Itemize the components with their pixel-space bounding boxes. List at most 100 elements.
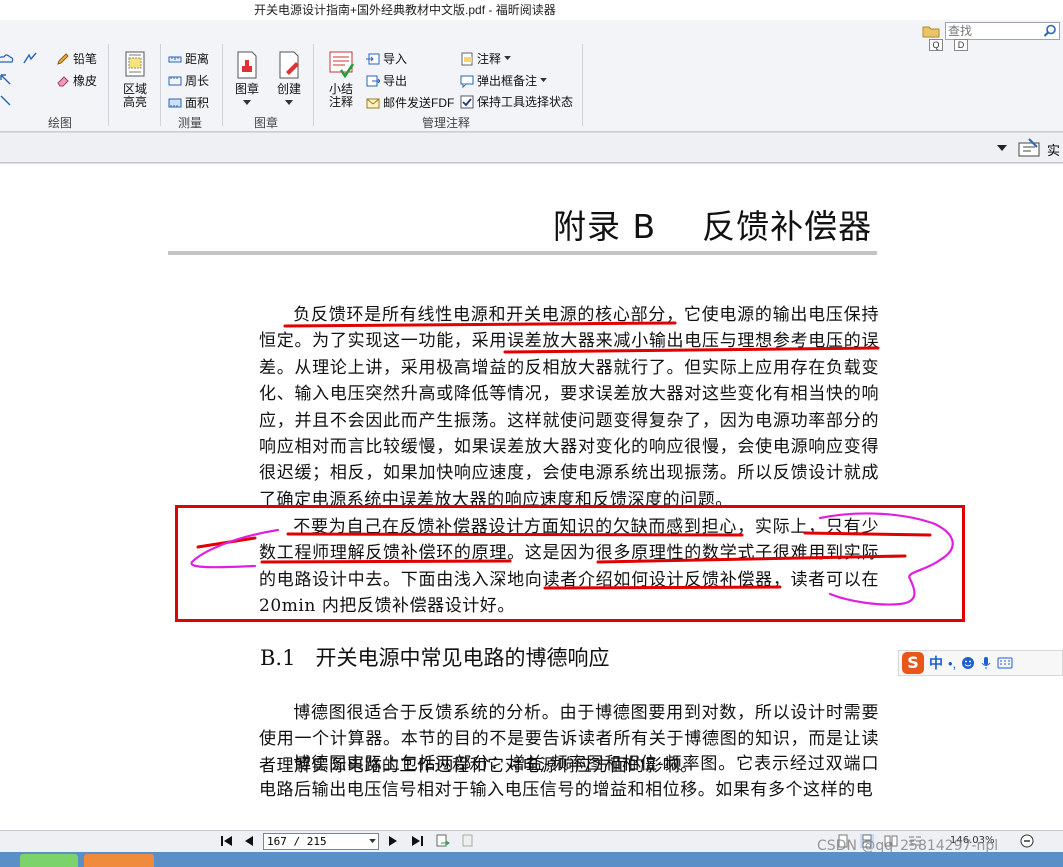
annotation-label: 注释 — [477, 52, 502, 66]
stamp-icon — [237, 51, 257, 79]
search-input[interactable] — [946, 23, 1038, 39]
search-d-button[interactable]: D — [954, 39, 968, 51]
search-field[interactable] — [945, 22, 1060, 40]
checkbox-checked-icon[interactable] — [460, 95, 474, 109]
export-button[interactable]: 导出 — [366, 72, 407, 89]
popup-note-dropdown-button[interactable]: 弹出框备注 — [460, 72, 547, 89]
secondary-toolbar: 实 — [0, 133, 1063, 163]
summarize-label-2: 注释 — [328, 95, 353, 109]
search-q-button[interactable]: Q — [929, 39, 943, 51]
perimeter-button[interactable]: 周长 — [168, 72, 209, 89]
ribbon-separator — [582, 44, 583, 126]
zoom-out-icon[interactable] — [1020, 834, 1034, 848]
appendix-heading: 附录 B 反馈补偿器 — [553, 207, 873, 246]
taskbar-button[interactable] — [84, 854, 154, 867]
ime-mode-toggle[interactable]: 中 — [929, 653, 943, 673]
ime-toolbar[interactable]: S 中 •, — [898, 650, 1063, 676]
distance-label: 距离 — [185, 52, 210, 66]
area-measure-label: 面积 — [185, 96, 210, 110]
area-highlight-button[interactable]: 区域 高亮 — [116, 50, 154, 109]
area-highlight-label-2: 高亮 — [122, 95, 147, 109]
ruler-distance-icon — [168, 56, 182, 62]
page-number-field[interactable]: 167 / 215 — [263, 833, 379, 850]
paragraph-1-text: 负反馈环是所有线性电源和开关电源的核心部分，它使电源的输出电压保持恒定。为了实现… — [259, 305, 879, 510]
ribbon-separator — [222, 44, 223, 126]
page-number-value: 167 / 215 — [267, 835, 327, 848]
pencil-label: 铅笔 — [73, 52, 98, 66]
perimeter-icon — [168, 76, 182, 85]
previous-page-icon[interactable] — [242, 834, 256, 848]
os-taskbar — [0, 852, 1063, 867]
distance-button[interactable]: 距离 — [168, 50, 209, 67]
annotation-dropdown-button[interactable]: 注释 — [460, 50, 511, 67]
stamp-dropdown-icon — [243, 100, 251, 105]
ribbon-separator — [160, 44, 161, 126]
previous-view-icon[interactable] — [436, 834, 450, 848]
line-tool-icon[interactable] — [0, 95, 12, 107]
toolbar-right-label[interactable]: 实 — [1047, 140, 1060, 159]
document-view[interactable]: 附录 B 反馈补偿器 负反馈环是所有线性电源和开关电源的核心部分，它使电源的输出… — [0, 164, 1063, 830]
chevron-down-icon[interactable] — [997, 143, 1007, 153]
heading-divider — [168, 251, 877, 255]
email-fdf-button[interactable]: 邮件发送FDF — [366, 94, 454, 111]
pencil-icon — [57, 52, 69, 65]
paragraph-4-text: 博德图实际上包括两部分：增益-频率图和相位-频率图。它表示经过双端口电路后输出电… — [259, 754, 879, 801]
summarize-icon — [329, 51, 355, 79]
create-stamp-button[interactable]: 创建 — [272, 50, 306, 109]
pencil-button[interactable]: 铅笔 — [56, 50, 97, 67]
area-measure-icon — [168, 98, 182, 107]
area-measure-button[interactable]: 面积 — [168, 94, 209, 111]
stamp-label: 图章 — [234, 82, 259, 96]
section-heading: B.1 开关电源中常见电路的博德响应 — [260, 642, 609, 672]
email-fdf-label: 邮件发送FDF — [383, 96, 455, 110]
cloud-shape-icon[interactable] — [0, 52, 14, 66]
create-stamp-label: 创建 — [276, 82, 301, 96]
paragraph-4: 博德图实际上包括两部分：增益-频率图和相位-频率图。它表示经过双端口电路后输出电… — [259, 751, 879, 804]
last-page-icon[interactable] — [410, 834, 424, 848]
keep-tool-label: 保持工具选择状态 — [477, 95, 574, 109]
create-dropdown-icon — [285, 100, 293, 105]
chevron-down-icon — [504, 56, 511, 61]
folder-search-icon[interactable] — [922, 24, 940, 38]
first-page-icon[interactable] — [220, 834, 234, 848]
typewriter-icon[interactable] — [1015, 137, 1043, 159]
create-stamp-icon — [279, 51, 299, 79]
emoji-icon[interactable] — [961, 656, 975, 670]
next-page-icon[interactable] — [386, 834, 400, 848]
import-icon — [366, 53, 380, 64]
group-label-draw: 绘图 — [48, 116, 73, 130]
chevron-down-icon[interactable] — [369, 839, 376, 844]
ribbon-separator — [108, 44, 109, 126]
keyboard-icon[interactable] — [997, 657, 1013, 669]
email-icon — [366, 98, 380, 108]
section-number: B.1 — [260, 646, 296, 670]
arrow-tool-icon[interactable] — [0, 74, 12, 86]
import-label: 导入 — [383, 52, 408, 66]
eraser-label: 橡皮 — [73, 74, 98, 88]
stamp-button[interactable]: 图章 — [230, 50, 264, 109]
eraser-button[interactable]: 橡皮 — [56, 72, 97, 89]
chevron-down-icon — [540, 78, 547, 83]
freeform-line-icon[interactable] — [22, 51, 38, 65]
group-label-stamp: 图章 — [254, 116, 279, 130]
export-label: 导出 — [383, 74, 408, 88]
paragraph-2: 不要为自己在反馈补偿器设计方面知识的欠缺而感到担心，实际上，只有少数工程师理解反… — [259, 514, 879, 620]
paragraph-2-text: 不要为自己在反馈补偿器设计方面知识的欠缺而感到担心，实际上，只有少数工程师理解反… — [259, 517, 879, 617]
search-icon[interactable] — [1043, 24, 1057, 38]
punctuation-toggle[interactable]: •, — [948, 656, 956, 671]
import-button[interactable]: 导入 — [366, 50, 407, 67]
area-highlight-icon — [125, 51, 145, 77]
keep-tool-selected-checkbox[interactable]: 保持工具选择状态 — [460, 93, 573, 110]
eraser-icon — [57, 75, 69, 86]
sogou-logo-icon[interactable]: S — [902, 652, 924, 674]
group-label-manage: 管理注释 — [422, 116, 471, 130]
popup-note-icon — [460, 75, 474, 88]
summarize-comments-button[interactable]: 小结 注释 — [322, 50, 360, 109]
microphone-icon[interactable] — [980, 656, 992, 670]
window-title: 开关电源设计指南+国外经典教材中文版.pdf - 福昕阅读器 — [254, 3, 556, 17]
ribbon: Q D 铅笔 橡皮 绘图 区域 高亮 距离 周长 — [0, 20, 1063, 132]
next-view-icon[interactable] — [460, 834, 474, 848]
ribbon-separator — [313, 44, 314, 126]
popup-note-label: 弹出框备注 — [477, 74, 538, 88]
taskbar-button[interactable] — [20, 854, 78, 867]
